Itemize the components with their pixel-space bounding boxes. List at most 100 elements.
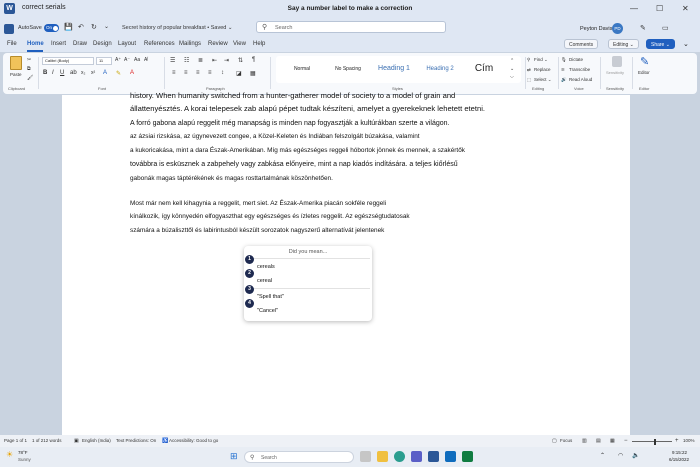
tab-review[interactable]: Review [208, 41, 228, 47]
borders-icon[interactable]: ▦ [250, 70, 256, 77]
proofing-icon[interactable]: ▣ [74, 438, 79, 444]
align-center-icon[interactable]: ≡ [184, 70, 188, 76]
read-aloud-icon[interactable]: 🔊 [561, 77, 567, 83]
accessibility-status[interactable]: Accessibility: Good to go [169, 438, 218, 443]
tab-file[interactable]: File [7, 41, 17, 47]
document-line[interactable]: A forró gabona alapú reggelit még manaps… [130, 120, 570, 128]
clock-date[interactable]: 6/15/2022 [669, 457, 689, 462]
bold-icon[interactable]: B [43, 70, 47, 76]
read-mode-icon[interactable]: ▥ [582, 438, 587, 444]
weather-icon[interactable]: ☀ [6, 450, 13, 459]
grow-font-icon[interactable]: A⁺ [115, 57, 121, 63]
ribbon-collapse-icon[interactable]: ⌄ [683, 40, 689, 48]
suggestion-cereals[interactable]: cereals [257, 264, 275, 270]
sensitivity-icon[interactable] [612, 56, 622, 67]
pen-icon[interactable]: ✎ [640, 24, 646, 32]
style-no-spacing[interactable]: No Spacing [326, 58, 370, 80]
number-label-2[interactable]: 2 [245, 269, 254, 278]
shrink-font-icon[interactable]: A⁻ [124, 57, 130, 63]
sensitivity-button[interactable]: Sensitivity [606, 70, 624, 75]
weather-desc[interactable]: Sunny [18, 457, 31, 462]
outlook-icon[interactable] [445, 451, 456, 462]
zoom-out-icon[interactable]: − [624, 438, 628, 444]
bullets-icon[interactable]: ☰ [170, 57, 175, 64]
document-line[interactable]: állattenyésztés. A korai telepesek zab a… [130, 104, 570, 114]
cancel-option[interactable]: "Cancel" [257, 308, 278, 314]
comments-button[interactable]: Comments [564, 39, 599, 49]
editor-button[interactable]: Editor [638, 70, 650, 75]
zoom-slider-thumb[interactable] [654, 438, 656, 445]
edge-icon[interactable] [394, 451, 405, 462]
transcribe-icon[interactable]: ≋ [561, 67, 565, 73]
editing-mode-button[interactable]: Editing ⌄ [608, 39, 639, 49]
styles-more-icon[interactable]: ⌵ [510, 74, 514, 80]
wifi-icon[interactable]: ◠ [618, 452, 623, 459]
tab-draw[interactable]: Draw [73, 41, 87, 47]
dictate-button[interactable]: Dictate [569, 57, 583, 62]
select-button[interactable]: Select ⌄ [534, 77, 552, 83]
align-left-icon[interactable]: ≡ [172, 70, 176, 76]
find-icon[interactable]: ⚲ [527, 57, 530, 63]
read-aloud-button[interactable]: Read Aloud [569, 77, 592, 82]
paste-icon[interactable] [10, 56, 22, 70]
transcribe-button[interactable]: Transcribe [569, 67, 590, 72]
line-spacing-icon[interactable]: ↕ [221, 70, 224, 76]
system-tray-icon[interactable]: ⌃ [600, 452, 605, 459]
cut-icon[interactable]: ✂ [27, 57, 31, 63]
align-right-icon[interactable]: ≡ [196, 70, 200, 76]
task-view-icon[interactable] [360, 451, 371, 462]
sort-icon[interactable]: ⇅ [238, 57, 243, 64]
tab-insert[interactable]: Insert [51, 41, 66, 47]
numbering-icon[interactable]: ☷ [184, 57, 189, 64]
close-button[interactable]: ✕ [682, 4, 689, 13]
page-count[interactable]: Page 1 of 1 [4, 438, 27, 443]
styles-scroll-down-icon[interactable]: ⌄ [510, 66, 514, 72]
find-button[interactable]: Find ⌄ [534, 57, 548, 63]
font-color-icon[interactable]: A [130, 70, 134, 76]
strikethrough-icon[interactable]: ab [70, 70, 77, 76]
save-icon[interactable]: 💾 [64, 23, 73, 31]
replace-icon[interactable]: ⇄ [527, 67, 531, 73]
number-label-1[interactable]: 1 [245, 255, 254, 264]
highlight-icon[interactable]: ✎ [116, 70, 121, 77]
print-layout-icon[interactable]: ▤ [596, 438, 601, 444]
style-heading-2[interactable]: Heading 2 [418, 58, 462, 80]
underline-icon[interactable]: U [60, 70, 64, 76]
shading-icon[interactable]: ◪ [236, 70, 242, 77]
editor-icon[interactable]: ✎ [640, 55, 649, 68]
select-icon[interactable]: ⬚ [527, 77, 531, 83]
style-heading-1[interactable]: Heading 1 [372, 58, 416, 80]
accessibility-icon[interactable]: ♿ [162, 438, 168, 444]
search-box[interactable]: ⚲ Search [256, 21, 446, 33]
focus-icon[interactable]: ▢ [552, 438, 557, 444]
tab-layout[interactable]: Layout [118, 41, 136, 47]
tab-home[interactable]: Home [27, 41, 44, 47]
tab-view[interactable]: View [233, 41, 246, 47]
document-line[interactable]: Most már nem kell kihagynia a reggelit, … [130, 200, 570, 208]
weather-temp[interactable]: 78°F [18, 450, 28, 455]
autosave-toggle[interactable]: On [44, 24, 59, 32]
suggestion-cereal[interactable]: cereal [257, 278, 272, 284]
document-line[interactable]: számára a búzaliszttől és labirintusból … [130, 227, 570, 235]
number-label-4[interactable]: 4 [245, 299, 254, 308]
document-line[interactable]: a kukoricakása, mint a dara Észak-Amerik… [130, 147, 570, 155]
document-line[interactable]: kínálkozik, így könnyedén elfogyaszthat … [130, 213, 570, 221]
web-layout-icon[interactable]: ▦ [610, 438, 615, 444]
taskbar-search[interactable]: ⚲ Search [244, 451, 354, 463]
multilevel-list-icon[interactable]: ≣ [198, 57, 203, 64]
file-explorer-icon[interactable] [377, 451, 388, 462]
undo-icon[interactable]: ↶ [78, 23, 84, 31]
superscript-icon[interactable]: x² [91, 70, 95, 76]
decrease-indent-icon[interactable]: ⇤ [212, 57, 217, 64]
document-name[interactable]: Secret history of popular breakfast • Sa… [122, 25, 232, 31]
subscript-icon[interactable]: x₂ [81, 70, 85, 76]
styles-scroll-up-icon[interactable]: ⌃ [510, 58, 514, 64]
style-title[interactable]: Cím [464, 58, 504, 80]
tab-design[interactable]: Design [93, 41, 112, 47]
maximize-button[interactable]: ☐ [656, 4, 663, 13]
format-painter-icon[interactable]: 🖌 [27, 75, 33, 81]
style-normal[interactable]: Normal [280, 58, 324, 80]
teams-icon[interactable] [411, 451, 422, 462]
dictate-icon[interactable]: 🎙 [561, 57, 567, 63]
zoom-level[interactable]: 100% [683, 438, 695, 443]
